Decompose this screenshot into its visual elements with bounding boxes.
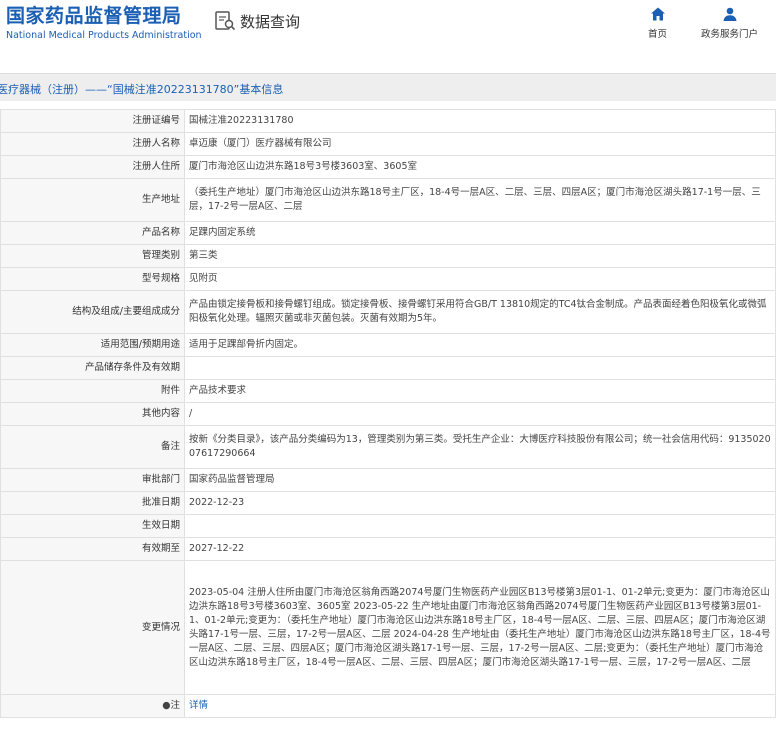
table-row: 审批部门 国家药品监督管理局 <box>0 468 776 492</box>
logo-chinese-name: 国家药品监督管理局 <box>6 5 182 27</box>
table-row: 注册证编号 国械注准20223131780 <box>0 109 776 133</box>
field-label: 备注 <box>0 425 185 469</box>
nav-home[interactable]: 首页 <box>648 6 667 40</box>
table-row: 附件 产品技术要求 <box>0 379 776 403</box>
field-value <box>184 356 776 380</box>
field-value: 2023-05-04 注册人住所由厦门市海沧区翁角西路2074号厦门生物医药产业… <box>184 560 776 695</box>
logo-english-name: National Medical Products Administration <box>6 30 202 41</box>
field-label: 审批部门 <box>0 468 185 492</box>
field-value: 第三类 <box>184 244 776 268</box>
table-row: 型号规格 见附页 <box>0 267 776 291</box>
nav-home-label: 首页 <box>648 29 668 40</box>
field-value: 产品由锁定接骨板和接骨螺钉组成。锁定接骨板、接骨螺钉采用符合GB/T 13810… <box>184 290 776 334</box>
field-label: 产品储存条件及有效期 <box>0 356 185 380</box>
field-value: 产品技术要求 <box>184 379 776 403</box>
field-label: 结构及组成/主要组成成分 <box>0 290 185 334</box>
field-value: 国家药品监督管理局 <box>184 468 776 492</box>
table-row: 产品储存条件及有效期 <box>0 356 776 380</box>
field-label: 适用范围/预期用途 <box>0 333 185 357</box>
table-row: 结构及组成/主要组成成分 产品由锁定接骨板和接骨螺钉组成。锁定接骨板、接骨螺钉采… <box>0 290 776 334</box>
data-query-label: 数据查询 <box>240 12 301 31</box>
table-row: ●注 详情 <box>0 694 776 718</box>
site-header: 国家药品监督管理局 National Medical Products Admi… <box>0 0 776 60</box>
table-row: 产品名称 足踝内固定系统 <box>0 221 776 245</box>
table-row: 生效日期 <box>0 514 776 538</box>
field-label: 注册人名称 <box>0 132 185 156</box>
field-label: 管理类别 <box>0 244 185 268</box>
field-label: 生产地址 <box>0 178 185 222</box>
table-row: 适用范围/预期用途 适用于足踝部骨折内固定。 <box>0 333 776 357</box>
table-row: 注册人名称 卓迈康（厦门）医疗器械有限公司 <box>0 132 776 156</box>
table-row: 生产地址 （委托生产地址）厦门市海沧区山边洪东路18号主厂区，18-4号一层A区… <box>0 178 776 222</box>
nav-government-portal[interactable]: 政务服务门户 <box>701 6 758 40</box>
table-row: 其他内容 / <box>0 402 776 426</box>
field-value: （委托生产地址）厦门市海沧区山边洪东路18号主厂区，18-4号一层A区、二层、三… <box>184 178 776 222</box>
table-row: 批准日期 2022-12-23 <box>0 491 776 515</box>
note-label: 注 <box>170 700 180 711</box>
user-icon <box>723 7 736 21</box>
field-label: 变更情况 <box>0 560 185 695</box>
note-label-cell: ●注 <box>0 694 185 718</box>
data-query-link[interactable]: 数据查询 <box>214 10 300 32</box>
nav-portal-label: 政务服务门户 <box>701 29 759 40</box>
field-value <box>184 514 776 538</box>
field-value: 见附页 <box>184 267 776 291</box>
table-row: 有效期至 2027-12-22 <box>0 537 776 561</box>
table-row: 变更情况 2023-05-04 注册人住所由厦门市海沧区翁角西路2074号厦门生… <box>0 560 776 695</box>
field-label: 附件 <box>0 379 185 403</box>
field-value: 国械注准20223131780 <box>184 109 776 133</box>
field-label: 注册人住所 <box>0 155 185 179</box>
document-search-icon <box>215 11 236 31</box>
field-value: 适用于足踝部骨折内固定。 <box>184 333 776 357</box>
field-value: 2027-12-22 <box>184 537 776 561</box>
field-label: 批准日期 <box>0 491 185 515</box>
field-label: 生效日期 <box>0 514 185 538</box>
table-row: 管理类别 第三类 <box>0 244 776 268</box>
registration-info-table: 注册证编号 国械注准20223131780 注册人名称 卓迈康（厦门）医疗器械有… <box>0 109 776 718</box>
field-value: 足踝内固定系统 <box>184 221 776 245</box>
field-value: 2022-12-23 <box>184 491 776 515</box>
field-value: 厦门市海沧区山边洪东路18号3号楼3603室、3605室 <box>184 155 776 179</box>
table-row: 备注 按新《分类目录》，该产品分类编码为13，管理类别为第三类。受托生产企业：大… <box>0 425 776 469</box>
details-link[interactable]: 详情 <box>189 700 208 711</box>
table-row: 注册人住所 厦门市海沧区山边洪东路18号3号楼3603室、3605室 <box>0 155 776 179</box>
field-label: 产品名称 <box>0 221 185 245</box>
record-title-bar: 医疗器械（注册）——“国械注准20223131780”基本信息 <box>0 73 776 101</box>
note-value-cell: 详情 <box>184 694 776 718</box>
field-value: 按新《分类目录》，该产品分类编码为13，管理类别为第三类。受托生产企业：大博医疗… <box>184 425 776 469</box>
field-label: 型号规格 <box>0 267 185 291</box>
field-value: / <box>184 402 776 426</box>
site-logo[interactable]: 国家药品监督管理局 National Medical Products Admi… <box>6 4 202 41</box>
record-title: 医疗器械（注册）——“国械注准20223131780”基本信息 <box>0 83 284 96</box>
home-icon <box>650 7 665 21</box>
field-value: 卓迈康（厦门）医疗器械有限公司 <box>184 132 776 156</box>
field-label: 注册证编号 <box>0 109 185 133</box>
field-label: 其他内容 <box>0 402 185 426</box>
field-label: 有效期至 <box>0 537 185 561</box>
